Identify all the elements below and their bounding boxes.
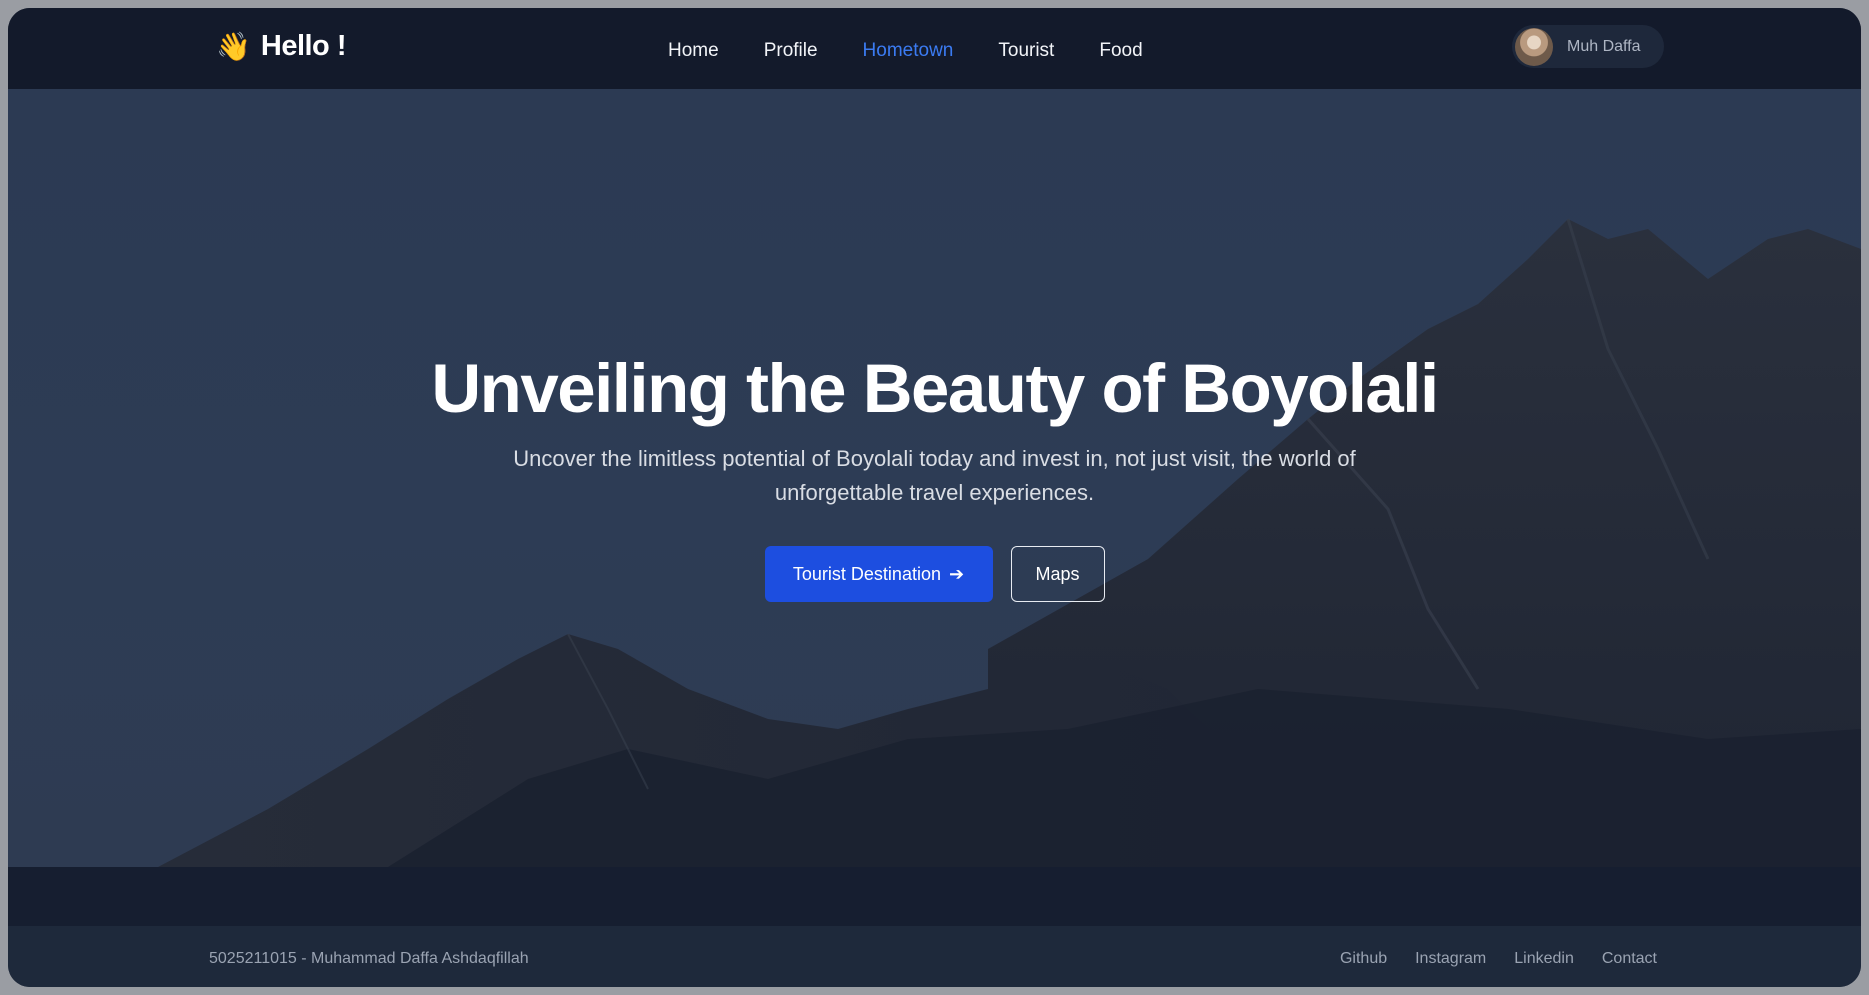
- footer-credit: 5025211015 - Muhammad Daffa Ashdaqfillah: [209, 950, 529, 967]
- nav-item-food[interactable]: Food: [1099, 40, 1142, 62]
- user-menu[interactable]: Muh Daffa: [1512, 25, 1664, 68]
- browser-frame: 👋 Hello ! Home Profile Hometown Tourist …: [8, 8, 1861, 987]
- nav-item-profile[interactable]: Profile: [764, 40, 818, 62]
- main-menu: Home Profile Hometown Tourist Food: [668, 40, 1143, 62]
- user-name: Muh Daffa: [1567, 37, 1641, 55]
- navbar: 👋 Hello ! Home Profile Hometown Tourist …: [8, 8, 1861, 89]
- hero-subtitle: Uncover the limitless potential of Boyol…: [513, 446, 1356, 505]
- footer-link-github[interactable]: Github: [1340, 950, 1387, 968]
- footer-link-contact[interactable]: Contact: [1602, 950, 1657, 968]
- footer: 5025211015 - Muhammad Daffa Ashdaqfillah…: [8, 926, 1861, 987]
- section-divider: [8, 867, 1861, 926]
- hero-content: Unveiling the Beauty of Boyolali Uncover…: [8, 349, 1861, 602]
- brand-title: Hello !: [260, 30, 347, 62]
- footer-link-instagram[interactable]: Instagram: [1415, 950, 1486, 968]
- maps-button[interactable]: Maps: [1010, 546, 1105, 602]
- tourist-destination-button[interactable]: Tourist Destination ➔: [764, 546, 993, 602]
- hero-title: Unveiling the Beauty of Boyolali: [431, 350, 1439, 427]
- arrow-right-icon: ➔: [948, 563, 965, 584]
- nav-item-tourist[interactable]: Tourist: [998, 40, 1054, 62]
- nav-item-home[interactable]: Home: [668, 40, 719, 62]
- waving-hand-icon: 👋: [216, 30, 251, 62]
- footer-links: Github Instagram Linkedin Contact: [1340, 950, 1657, 968]
- nav-item-hometown[interactable]: Hometown: [863, 40, 954, 62]
- avatar: [1515, 27, 1553, 66]
- brand[interactable]: 👋 Hello !: [216, 30, 347, 63]
- tourist-destination-label: Tourist Destination: [792, 563, 941, 584]
- hero-buttons: Tourist Destination ➔ Maps: [8, 546, 1861, 602]
- footer-link-linkedin[interactable]: Linkedin: [1514, 950, 1574, 968]
- hero-section: Unveiling the Beauty of Boyolali Uncover…: [8, 89, 1861, 867]
